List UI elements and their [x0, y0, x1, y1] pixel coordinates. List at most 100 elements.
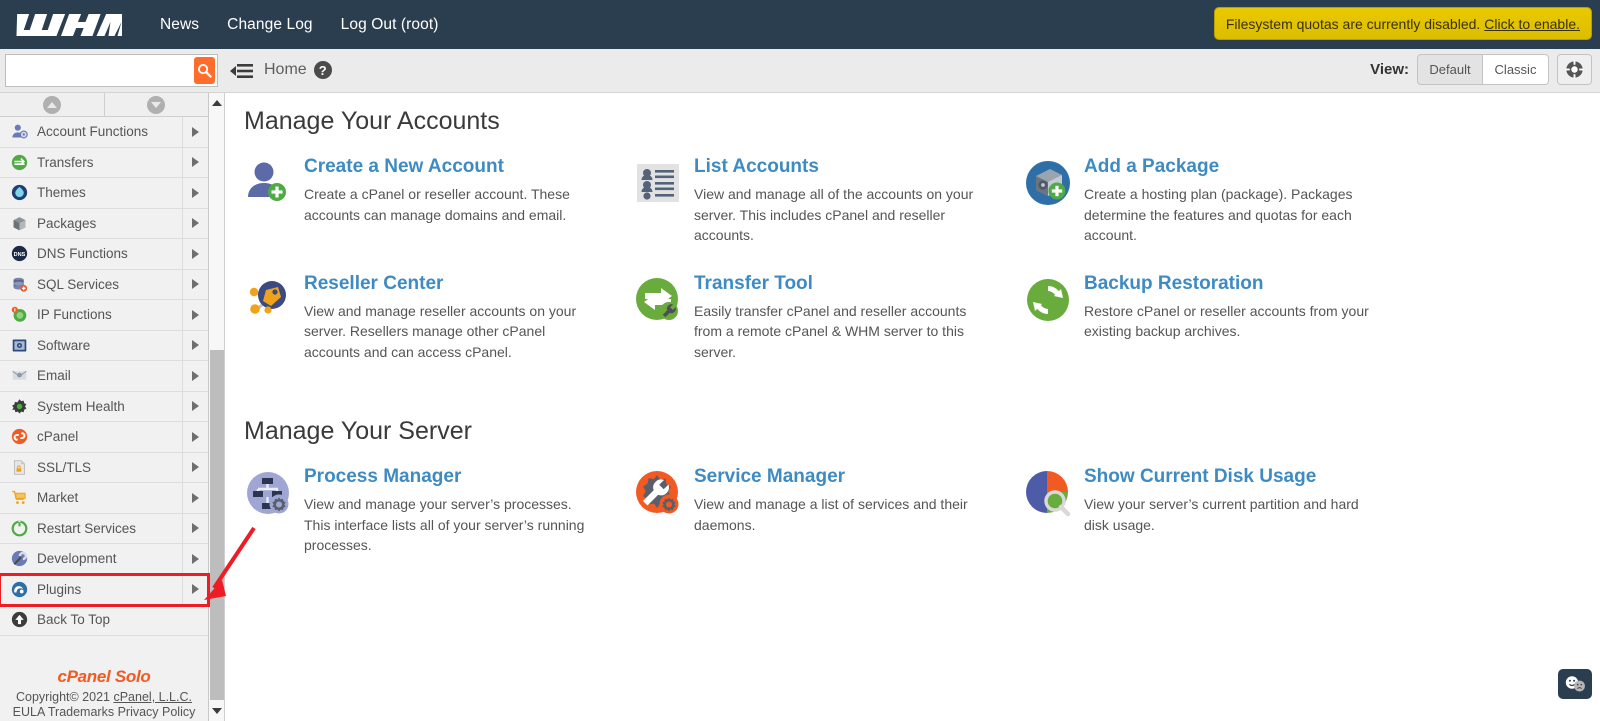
chevron-right-icon[interactable]: [182, 391, 208, 421]
breadcrumb-home[interactable]: Home: [264, 61, 307, 79]
sidebar-item-restart-services[interactable]: Restart Services: [0, 513, 208, 544]
tile-description: View your server’s current partition and…: [1084, 496, 1359, 533]
lifesaver-icon[interactable]: [1557, 54, 1592, 85]
scrollbar-thumb[interactable]: [210, 350, 224, 700]
chevron-right-icon[interactable]: [182, 117, 208, 147]
tile-title-link[interactable]: Create a New Account: [304, 156, 599, 178]
sidebar-item-sql-services[interactable]: SQL Services: [0, 269, 208, 300]
tile-title-link[interactable]: Transfer Tool: [694, 273, 989, 295]
feature-tile[interactable]: Create a New Account Create a cPanel or r…: [244, 154, 634, 246]
tile-title-link[interactable]: Reseller Center: [304, 273, 599, 295]
sidebar-item-label: Transfers: [37, 154, 94, 170]
sidebar-item-packages[interactable]: Packages: [0, 208, 208, 239]
sidebar-collapse-icon[interactable]: [230, 60, 254, 81]
feature-tile[interactable]: Backup Restoration Restore cPanel or rese…: [1024, 271, 1414, 363]
feedback-widget-button[interactable]: [1558, 669, 1592, 699]
sidebar-scroll-down-button[interactable]: [104, 93, 208, 116]
sidebar-scroll-up-button[interactable]: [0, 93, 105, 116]
sidebar-item-label: SSL/TLS: [37, 459, 92, 475]
sidebar-item-development[interactable]: Development: [0, 544, 208, 575]
feature-tile[interactable]: Add a Package Create a hosting plan (pack…: [1024, 154, 1414, 246]
chevron-right-icon[interactable]: [182, 361, 208, 391]
sidebar-item-dns-functions[interactable]: DNS DNS Functions: [0, 239, 208, 270]
tile-body: Create a New Account Create a cPanel or r…: [304, 154, 599, 225]
legal-link-trademarks[interactable]: Trademarks: [48, 705, 114, 719]
list-accounts-icon: [634, 159, 682, 207]
chevron-right-icon[interactable]: [182, 300, 208, 330]
chevron-right-icon[interactable]: [182, 208, 208, 238]
sidebar-scrollbar[interactable]: [209, 93, 225, 721]
tile-description: View and manage reseller accounts on you…: [304, 302, 577, 360]
feature-tile[interactable]: Reseller Center View and manage reseller …: [244, 271, 634, 363]
tile-title-link[interactable]: List Accounts: [694, 156, 989, 178]
sidebar-item-transfers[interactable]: Transfers: [0, 147, 208, 178]
sidebar-item-cpanel[interactable]: cPanel: [0, 422, 208, 453]
feature-tile[interactable]: Process Manager View and manage your serv…: [244, 464, 634, 556]
chevron-right-icon[interactable]: [182, 239, 208, 269]
scrollbar-down-arrow-icon[interactable]: [209, 703, 225, 719]
tile-title-link[interactable]: Service Manager: [694, 466, 989, 488]
sidebar-item-market[interactable]: Market: [0, 483, 208, 514]
tile-body: Backup Restoration Restore cPanel or rese…: [1084, 271, 1379, 342]
sidebar-item-software[interactable]: Software: [0, 330, 208, 361]
sql-icon: [5, 276, 33, 293]
top-navigation-bar: News Change Log Log Out (root) Filesyste…: [0, 0, 1600, 49]
whm-logo[interactable]: [14, 10, 122, 40]
chevron-right-icon[interactable]: [182, 147, 208, 177]
sidebar-item-system-health[interactable]: System Health: [0, 391, 208, 422]
feature-tile[interactable]: List Accounts View and manage all of the …: [634, 154, 1024, 246]
nav-link-logout[interactable]: Log Out (root): [341, 16, 439, 34]
main-content: Manage Your Accounts Create a New Account…: [226, 93, 1600, 721]
legal-links: EULA Trademarks Privacy Policy: [0, 705, 208, 719]
chevron-right-icon[interactable]: [182, 544, 208, 574]
sidebar-item-label: cPanel: [37, 429, 79, 445]
feature-tile[interactable]: Service Manager View and manage a list of…: [634, 464, 1024, 556]
view-option-default[interactable]: Default: [1417, 54, 1483, 85]
cpanel-icon: [5, 428, 33, 445]
chevron-right-icon[interactable]: [182, 269, 208, 299]
sidebar-item-label: Market: [37, 490, 79, 506]
cpanel-solo-brand: cPanel Solo: [57, 667, 151, 686]
legal-link-privacy[interactable]: Privacy Policy: [118, 705, 196, 719]
sidebar-item-themes[interactable]: Themes: [0, 178, 208, 209]
sidebar-item-email[interactable]: Email: [0, 361, 208, 392]
help-icon[interactable]: ?: [313, 61, 332, 79]
tile-title-link[interactable]: Show Current Disk Usage: [1084, 466, 1379, 488]
tile-description: Create a cPanel or reseller account. The…: [304, 186, 570, 223]
sidebar-item-plugins[interactable]: Plugins: [0, 572, 210, 607]
tile-title-link[interactable]: Process Manager: [304, 466, 599, 488]
tile-title-link[interactable]: Add a Package: [1084, 156, 1379, 178]
chevron-right-icon[interactable]: [182, 178, 208, 208]
tile-title-link[interactable]: Backup Restoration: [1084, 273, 1379, 295]
chevron-right-icon[interactable]: [182, 574, 208, 604]
feature-tile[interactable]: Show Current Disk Usage View your server’…: [1024, 464, 1414, 556]
sidebar-item-account-functions[interactable]: Account Functions: [0, 117, 208, 148]
chevron-right-icon[interactable]: [182, 452, 208, 482]
section-title: Manage Your Server: [244, 417, 472, 445]
search-icon[interactable]: [194, 57, 215, 84]
view-option-classic[interactable]: Classic: [1483, 54, 1549, 85]
sidebar-item-back-to-top[interactable]: Back To Top: [0, 605, 208, 636]
tile-body: Transfer Tool Easily transfer cPanel and …: [694, 271, 989, 363]
tile-row: Reseller Center View and manage reseller …: [244, 271, 1600, 363]
search-input[interactable]: [6, 55, 194, 86]
chevron-right-icon[interactable]: [182, 422, 208, 452]
sidebar-item-ip-functions[interactable]: IP Functions: [0, 300, 208, 331]
transfer-tool-icon: [634, 276, 682, 324]
chevron-right-icon[interactable]: [182, 330, 208, 360]
copyright-text: Copyright© 2021 cPanel, L.L.C.: [0, 690, 208, 704]
quota-notice-banner[interactable]: Filesystem quotas are currently disabled…: [1213, 7, 1592, 40]
chevron-right-icon[interactable]: [182, 483, 208, 513]
section-title: Manage Your Accounts: [244, 107, 500, 135]
legal-link-eula[interactable]: EULA: [13, 705, 45, 719]
scrollbar-up-arrow-icon[interactable]: [209, 95, 225, 111]
search-box[interactable]: [5, 54, 218, 87]
sidebar-item-ssl-tls[interactable]: SSL/TLS: [0, 452, 208, 483]
chevron-right-icon[interactable]: [182, 513, 208, 543]
feature-tile[interactable]: Transfer Tool Easily transfer cPanel and …: [634, 271, 1024, 363]
cpanel-company-link[interactable]: cPanel, L.L.C.: [113, 690, 192, 704]
sidebar-item-label: Themes: [37, 185, 86, 201]
nav-link-news[interactable]: News: [160, 16, 199, 34]
quota-enable-link[interactable]: Click to enable.: [1484, 16, 1580, 32]
nav-link-change-log[interactable]: Change Log: [227, 16, 312, 34]
